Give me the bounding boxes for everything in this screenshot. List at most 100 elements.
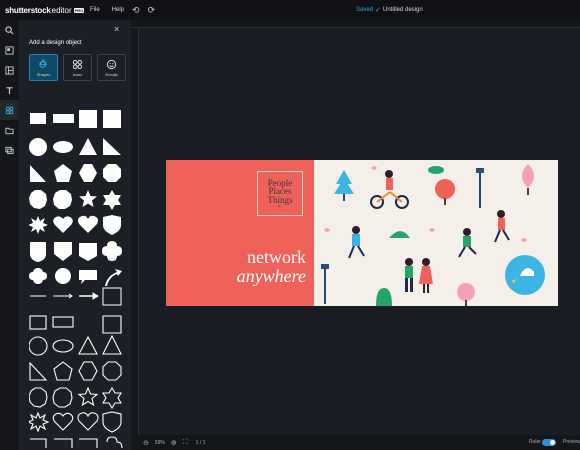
- layouts-button[interactable]: [0, 60, 18, 80]
- layers-button[interactable]: [0, 140, 18, 160]
- text-button[interactable]: [0, 80, 18, 100]
- speech-bubble-shape[interactable]: [79, 270, 97, 284]
- round-tree-icon: [435, 179, 455, 205]
- burst-shape[interactable]: [29, 216, 48, 234]
- dodecagon-shape[interactable]: [53, 190, 72, 209]
- tag-shape[interactable]: [79, 243, 97, 261]
- heart-outline[interactable]: [52, 412, 74, 431]
- circle-outline[interactable]: [29, 336, 48, 356]
- wide-rectangle-shape[interactable]: [53, 114, 74, 123]
- cloud-shape[interactable]: [29, 268, 47, 284]
- banner-left-panel[interactable]: People Places Things inc. network anywhe…: [166, 160, 314, 306]
- banner-illustration[interactable]: [314, 160, 558, 306]
- tab-emojis-label: Emojis: [105, 71, 118, 77]
- circle-shape[interactable]: [29, 138, 47, 156]
- brand-logo[interactable]: shutterstock editor PRO: [0, 5, 85, 15]
- large-square-shape[interactable]: [79, 110, 97, 128]
- triangle-outline-2[interactable]: [102, 334, 122, 355]
- tab-shapes[interactable]: Shapes: [29, 54, 58, 81]
- triangle-outline[interactable]: [78, 335, 98, 355]
- green-cloud-icon: [428, 166, 444, 174]
- close-icon[interactable]: ×: [114, 24, 119, 34]
- shield-outline[interactable]: [102, 411, 122, 433]
- save-status: Saved ✓: [356, 0, 381, 20]
- rectangle-outline-tall[interactable]: [102, 315, 122, 334]
- curved-arrow-shape[interactable]: [105, 269, 122, 286]
- tab-emojis[interactable]: Emojis: [97, 54, 126, 81]
- zoom-level[interactable]: 59%: [155, 440, 165, 446]
- tab-shapes-label: Shapes: [36, 71, 51, 77]
- cyclist-icon: [370, 170, 409, 209]
- heart-wide-shape[interactable]: [78, 215, 98, 233]
- text-icon: [5, 86, 13, 94]
- decagon-shape[interactable]: [29, 190, 47, 209]
- right-triangle-shape[interactable]: [103, 138, 121, 155]
- design-canvas[interactable]: People Places Things inc. network anywhe…: [166, 160, 558, 306]
- octagon-shape[interactable]: [103, 164, 121, 182]
- flower-shape[interactable]: [102, 241, 122, 261]
- headline-line-1: network: [247, 247, 306, 267]
- filled-shapes: [29, 110, 122, 284]
- six-point-star-outline[interactable]: [102, 386, 122, 410]
- logo-box[interactable]: People Places Things inc.: [257, 171, 303, 216]
- triangle-shape[interactable]: [79, 138, 97, 155]
- hexagon-outline[interactable]: [78, 361, 98, 381]
- hexagon-shape[interactable]: [79, 164, 97, 182]
- shield-shape[interactable]: [103, 215, 121, 235]
- badge-outline[interactable]: [30, 438, 47, 448]
- square-shape[interactable]: [30, 113, 46, 124]
- pentagon-outline[interactable]: [53, 361, 73, 381]
- small-bush-icon: [376, 288, 392, 306]
- brand-name: shutterstock: [5, 5, 51, 15]
- tab-icons[interactable]: Icons: [63, 54, 92, 81]
- six-point-star-shape[interactable]: [103, 190, 121, 210]
- tag-outline[interactable]: [79, 438, 98, 448]
- zoom-out-icon[interactable]: ⊖: [143, 439, 149, 447]
- ruler-toggle[interactable]: [542, 439, 556, 446]
- outline-shapes: [29, 315, 123, 449]
- undo-icon[interactable]: ⟲: [132, 5, 140, 16]
- ellipse-shape[interactable]: [53, 141, 73, 153]
- scalloped-circle-shape[interactable]: [55, 268, 71, 284]
- rectangle-outline[interactable]: [52, 316, 74, 328]
- corner-triangle-shape[interactable]: [30, 165, 46, 182]
- pentagon-badge-shape[interactable]: [54, 242, 72, 261]
- redo-icon[interactable]: ⟳: [148, 5, 156, 16]
- square-outline-small[interactable]: [29, 315, 47, 330]
- heart-wide-outline[interactable]: [77, 412, 99, 431]
- star-shape[interactable]: [79, 190, 97, 207]
- uploads-button[interactable]: [0, 120, 18, 140]
- left-rail: [0, 20, 18, 450]
- save-status-label: Saved: [356, 7, 374, 13]
- flower-outline[interactable]: [106, 436, 123, 449]
- corner-triangle-outline[interactable]: [29, 361, 48, 381]
- pentagon-badge-outline[interactable]: [54, 438, 73, 448]
- file-menu[interactable]: File: [90, 7, 100, 13]
- icons-icon: [72, 59, 83, 69]
- decagon-outline[interactable]: [29, 387, 48, 408]
- dodecagon-outline[interactable]: [52, 387, 73, 408]
- document-title[interactable]: Untitled design: [383, 0, 423, 20]
- design-object-panel: × Add a design object Shapes Icons Emoji…: [18, 20, 131, 450]
- bold-arrow-head: [92, 292, 99, 300]
- badge-shape[interactable]: [30, 242, 46, 262]
- square-outline-shape[interactable]: [102, 287, 122, 306]
- fit-screen-icon[interactable]: ⛶: [183, 439, 188, 447]
- square-outline-large[interactable]: [103, 110, 121, 128]
- search-button[interactable]: [0, 20, 18, 40]
- toggle-knob: [550, 440, 555, 445]
- headline[interactable]: network anywhere: [237, 248, 306, 286]
- burst-outline[interactable]: [29, 411, 50, 433]
- design-objects-button[interactable]: [0, 100, 18, 120]
- octagon-outline[interactable]: [102, 361, 122, 381]
- help-menu[interactable]: Help: [112, 7, 124, 13]
- preview-button[interactable]: Preview: [563, 435, 580, 450]
- templates-button[interactable]: [0, 40, 18, 60]
- pentagon-shape[interactable]: [54, 164, 72, 182]
- star-outline[interactable]: [77, 386, 99, 407]
- headline-line-2: anywhere: [236, 266, 306, 286]
- check-icon: ✓: [375, 7, 381, 14]
- ellipse-outline[interactable]: [52, 339, 74, 353]
- heart-shape[interactable]: [53, 216, 73, 233]
- zoom-in-icon[interactable]: ⊕: [171, 439, 177, 447]
